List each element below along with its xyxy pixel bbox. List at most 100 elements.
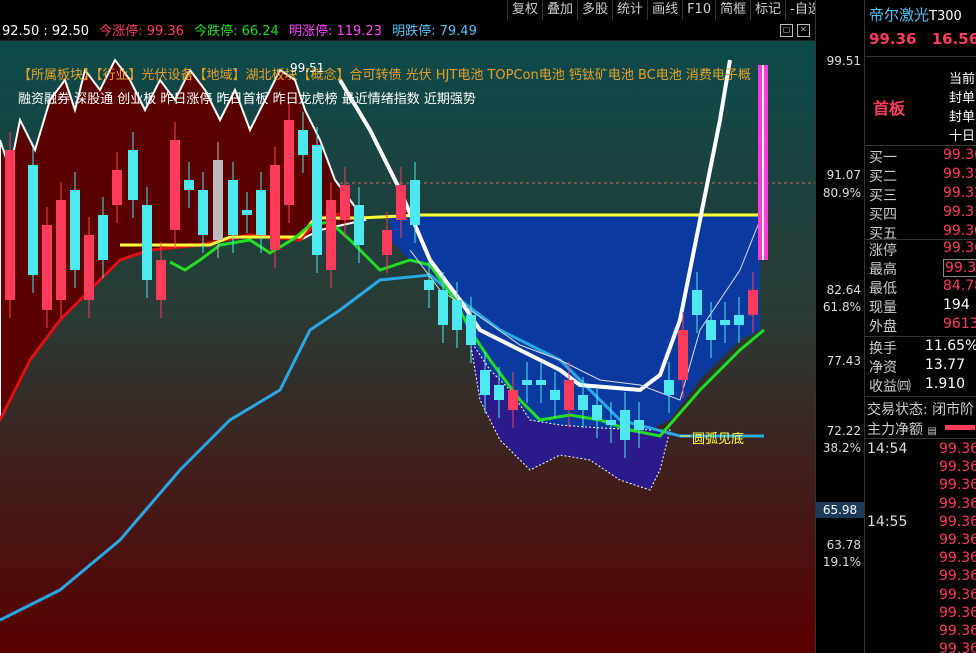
stock-name: 帝尔激光 — [869, 6, 930, 24]
seal-info-1: 封单 — [949, 91, 976, 106]
orderbook-value: 99.31 — [943, 204, 976, 220]
axis-cursor-price: 65.98 — [816, 502, 864, 518]
orderbook-row: 买二 99.35 — [869, 166, 976, 185]
orderbook-row: 买三 99.32 — [869, 185, 976, 204]
candle-body — [748, 290, 758, 315]
candle-body — [213, 160, 223, 240]
stats2-row: 换手 11.65% — [869, 338, 976, 357]
arc-bottom-signal: 圆弧见底 — [692, 432, 745, 447]
toolbar-button-7[interactable]: 标记 — [750, 0, 785, 20]
candle-body — [592, 405, 602, 420]
axis-pct-4: 19.1% — [822, 555, 861, 569]
price-line: 99.36 16.56 2 — [869, 30, 976, 48]
candle-body — [56, 200, 66, 300]
orderbook-value: 99.36 — [943, 147, 976, 163]
axis-pct-2: 61.8% — [822, 300, 861, 314]
tick-price: 99.36 — [939, 550, 976, 567]
orderbook-value: 99.35 — [943, 166, 976, 182]
candle-body — [606, 420, 616, 425]
stats-label: 最低 — [869, 281, 897, 297]
candle-body — [5, 150, 15, 300]
orderbook-row: 买一 99.36 — [869, 147, 976, 166]
tick-price: 99.36 — [939, 623, 976, 639]
candle-body — [452, 300, 462, 330]
toolbar-button-4[interactable]: 画线 — [647, 0, 682, 20]
main-flow-label[interactable]: 主力净额 ▤ — [867, 419, 937, 439]
tick-price: 99.36 — [939, 495, 976, 512]
limit-down-today: 今跌停: 66.24 — [194, 24, 279, 39]
candle-body — [424, 280, 434, 290]
candle-body — [326, 200, 336, 270]
axis-pct-3: 38.2% — [822, 441, 861, 455]
axis-price-2: 91.07 — [826, 168, 861, 182]
candle-body — [84, 235, 94, 300]
candle-body — [382, 230, 392, 255]
toolbar-button-1[interactable]: 叠加 — [542, 0, 577, 20]
stats-label: 最高 — [869, 262, 897, 278]
axis-price-3: 82.64 — [826, 283, 861, 297]
peak-price-label: 99.51 — [290, 61, 325, 75]
orderbook-label: 买二 — [869, 169, 897, 185]
stats-value: 99.36 — [943, 259, 976, 277]
close-icon[interactable]: ✕ — [797, 24, 810, 37]
tick-price: 99.36 — [939, 532, 976, 548]
seal-info-2: 封单 — [949, 110, 976, 125]
axis-price-1: 99.51 — [826, 54, 861, 68]
main-flow-text: 主力净额 — [867, 422, 923, 438]
divider — [865, 56, 976, 57]
orderbook-label: 买三 — [869, 188, 897, 204]
toolbar-button-0[interactable]: 复权 — [507, 0, 542, 20]
stats-value: 96133 — [943, 316, 976, 332]
seal-info: 当前 封单 封单 十日 — [949, 70, 975, 146]
toolbar-button-6[interactable]: 简框 — [715, 0, 750, 20]
seal-info-0: 当前 — [949, 72, 976, 87]
stats-label: 外盘 — [869, 319, 897, 335]
toolbar: 复权叠加多股统计画线F10简框标记-自选返回 — [507, 0, 860, 20]
orderbook-row: 买四 99.31 — [869, 204, 976, 223]
candle-body — [284, 120, 294, 205]
divider — [865, 145, 976, 146]
divider — [865, 396, 976, 397]
divider — [865, 438, 976, 439]
restore-icon[interactable]: ▢ — [780, 24, 793, 37]
divider — [865, 336, 976, 337]
main-flow-bar — [945, 425, 975, 430]
candle-body — [720, 320, 730, 325]
candle-body — [692, 290, 702, 315]
candle-body — [70, 190, 80, 270]
candle-body — [620, 410, 630, 440]
stats2-row: 收益㈣ 1.910 — [869, 376, 976, 395]
limit-up-today: 今涨停: 99.36 — [99, 24, 184, 39]
tick-price: 99.36 — [939, 568, 976, 585]
candle-body — [270, 165, 280, 250]
stats2-label: 净资 — [869, 360, 897, 376]
candle-body — [678, 330, 688, 380]
stats-value: 84.78 — [943, 278, 976, 294]
toolbar-button-2[interactable]: 多股 — [577, 0, 612, 20]
candle-body — [128, 150, 138, 200]
candle-body — [112, 170, 122, 205]
stats2-value: 13.77 — [925, 357, 966, 373]
price-change: 16.56 — [931, 30, 976, 48]
candle-body — [578, 395, 588, 410]
stats2-label: 收益㈣ — [869, 379, 911, 395]
stats-row: 外盘 96133 — [869, 316, 976, 335]
tick-price: 99.36 — [939, 641, 976, 653]
toolbar-button-3[interactable]: 统计 — [612, 0, 647, 20]
candle-body — [228, 180, 238, 235]
candle-body — [536, 380, 546, 385]
axis-price-5: 72.22 — [826, 424, 861, 438]
stock-title[interactable]: 帝尔激光T300 — [869, 4, 962, 25]
limit-down-tomorrow: 明跌停: 79.49 — [392, 24, 477, 39]
candle-body — [706, 320, 716, 340]
stats2-value: 11.65% — [925, 338, 976, 354]
kline-chart[interactable]: 【所属板块】【行业】光伏设备【地域】湖北板块【概念】合可转债 光伏 HJT电池 … — [0, 0, 815, 653]
stats-label: 涨停 — [869, 243, 897, 259]
stats-value: 99.36 — [943, 240, 976, 256]
price-axis: 99.51 91.07 80.9% 82.64 61.8% 77.43 72.2… — [815, 0, 865, 653]
candle-body — [256, 190, 266, 235]
stats-value: 194 — [943, 297, 970, 313]
toolbar-button-5[interactable]: F10 — [682, 0, 715, 20]
candle-body — [28, 165, 38, 275]
window-controls: ▢ ✕ — [780, 24, 810, 37]
